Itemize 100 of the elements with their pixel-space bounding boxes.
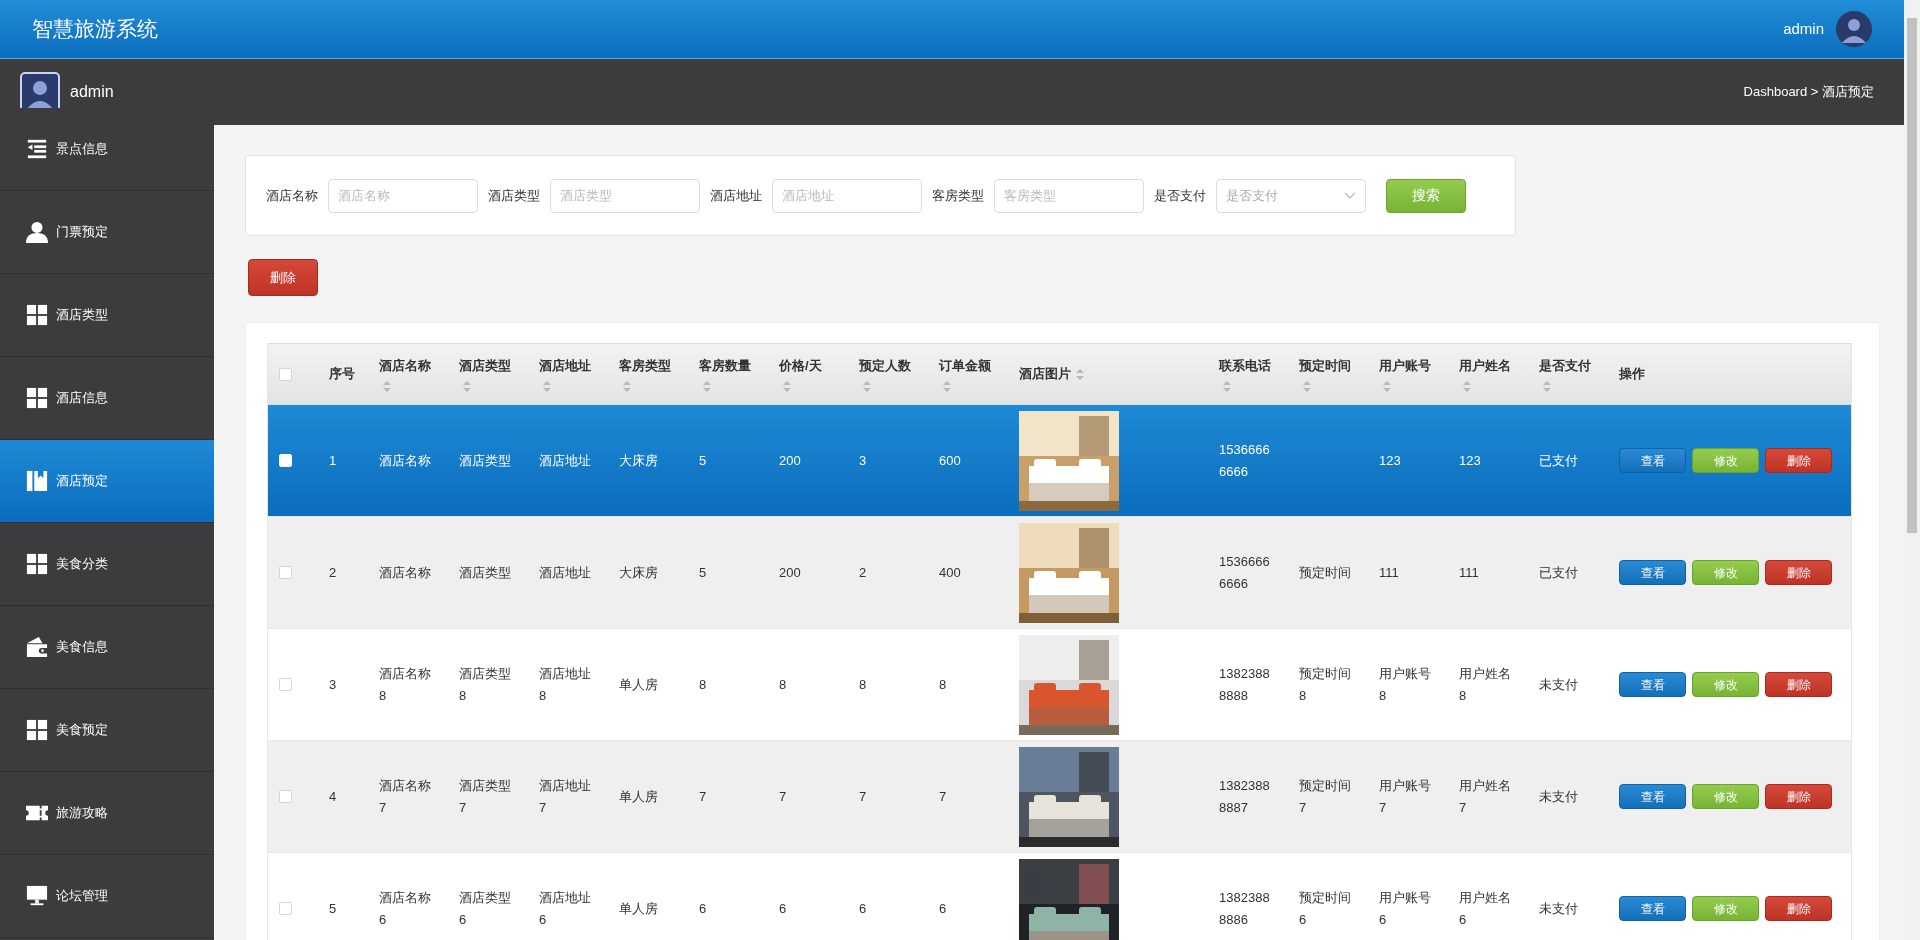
table-row[interactable]: 4 酒店名称7 酒店类型7 酒店地址7 单人房 7 7 7 7 13823888887 预定时间7 用户账号7 用户姓名7 未支付 查看 修改 删除 [268, 741, 1851, 853]
table-cell-text: 酒店地址 [539, 451, 592, 470]
table-cell-text: 酒店类型 [459, 563, 512, 582]
delete-button[interactable]: 删除 [1765, 448, 1832, 473]
table-cell-text: 用户账号8 [1379, 664, 1432, 705]
view-button[interactable]: 查看 [1619, 896, 1686, 921]
table-cell-text: 3 [329, 675, 338, 694]
column-header: 联系电话 [1219, 357, 1271, 376]
wallet-icon [26, 636, 48, 658]
table-cell-text: 600 [939, 451, 962, 470]
column-header: 用户姓名 [1459, 357, 1511, 376]
input-field[interactable]: 酒店类型 [550, 178, 700, 213]
table-cell-text: 用户账号6 [1379, 888, 1432, 929]
table-row[interactable]: 1 酒店名称 酒店类型 酒店地址 大床房 5 200 3 600 15366666666 123 123 已支付 查看 修改 删除 [268, 405, 1851, 517]
table-cell-text: 5 [699, 563, 708, 582]
table-cell-text: 6 [779, 899, 788, 918]
avatar[interactable] [1836, 11, 1872, 47]
sort-icon[interactable] [943, 380, 951, 392]
column-header: 用户账号 [1379, 357, 1431, 376]
breadcrumb: Dashboard > 酒店预定 [1743, 83, 1874, 102]
view-button[interactable]: 查看 [1619, 784, 1686, 809]
delete-button[interactable]: 删除 [1765, 784, 1832, 809]
input-field[interactable]: 酒店名称 [328, 178, 478, 213]
table-cell-text: 4 [329, 787, 338, 806]
sidebar-item[interactable]: 酒店预定 [0, 440, 214, 523]
checkbox[interactable] [279, 678, 292, 691]
field-label: 酒店类型 [488, 186, 540, 205]
table-cell-text: 酒店类型7 [459, 776, 512, 817]
table-cell-text: 2 [329, 563, 338, 582]
delete-button[interactable]: 删除 [1765, 896, 1832, 921]
table-cell-text: 酒店类型6 [459, 888, 512, 929]
table-cell-text: 15366666666 [1219, 440, 1271, 481]
table-cell-text: 预定时间 [1299, 563, 1352, 582]
view-button[interactable]: 查看 [1619, 448, 1686, 473]
input-field[interactable]: 酒店地址 [772, 178, 922, 213]
delete-button[interactable]: 删除 [1765, 560, 1832, 585]
table-cell-text: 单人房 [619, 787, 659, 806]
user-name[interactable]: admin [1783, 17, 1824, 41]
view-button[interactable]: 查看 [1619, 560, 1686, 585]
table-cell-text: 111 [1459, 563, 1480, 582]
sort-icon[interactable] [543, 380, 551, 392]
table-cell-text: 未支付 [1539, 899, 1579, 918]
delete-button[interactable]: 删除 [1765, 672, 1832, 697]
table-cell-text: 123 [1459, 451, 1482, 470]
sort-icon[interactable] [383, 380, 391, 392]
table-cell-text: 酒店地址 [539, 563, 592, 582]
table-cell-text: 6 [859, 899, 868, 918]
sidebar-item[interactable]: 景点信息 [0, 108, 214, 191]
app-title: 智慧旅游系统 [32, 16, 158, 43]
table-cell-text: 400 [939, 563, 962, 582]
grid-icon [26, 304, 48, 326]
checkbox[interactable] [279, 790, 292, 803]
grid-icon [26, 387, 48, 409]
field-label: 酒店名称 [266, 186, 318, 205]
table-cell-text: 6 [939, 899, 948, 918]
table-cell-text: 13823888887 [1219, 776, 1271, 817]
sort-icon[interactable] [623, 380, 631, 392]
table-cell-text: 酒店类型 [459, 451, 512, 470]
table-cell-text: 酒店名称 [379, 451, 432, 470]
checkbox[interactable] [279, 902, 292, 915]
field-label: 是否支付 [1154, 186, 1206, 205]
sort-icon[interactable] [783, 380, 791, 392]
table-cell-text: 200 [779, 563, 802, 582]
sort-icon[interactable] [1223, 380, 1231, 392]
sort-icon[interactable] [1543, 380, 1551, 392]
table-cell-text: 酒店地址8 [539, 664, 592, 705]
table-cell-text: 未支付 [1539, 787, 1579, 806]
view-button[interactable]: 查看 [1619, 672, 1686, 697]
input-field[interactable]: 客房类型 [994, 178, 1144, 213]
table-cell-text: 预定时间8 [1299, 664, 1352, 705]
checkbox[interactable] [279, 367, 292, 381]
table-cell-text: 7 [779, 787, 788, 806]
table-row[interactable]: 2 酒店名称 酒店类型 酒店地址 大床房 5 200 2 400 15366666666 预定时间 111 111 已支付 查看 修改 删除 [268, 517, 1851, 629]
table-cell-text: 已支付 [1539, 451, 1579, 470]
table-cell-text: 大床房 [619, 451, 659, 470]
sort-icon[interactable] [863, 380, 871, 392]
table-cell-text: 2 [859, 563, 868, 582]
sort-icon[interactable] [1303, 380, 1311, 392]
chevron-down-icon [1344, 191, 1356, 200]
sort-icon[interactable] [703, 380, 711, 392]
column-header: 序号 [329, 365, 355, 384]
sort-icon[interactable] [1383, 380, 1391, 392]
sort-icon[interactable] [1076, 368, 1084, 380]
sort-icon[interactable] [1463, 380, 1471, 392]
table-cell-text: 15366666666 [1219, 552, 1271, 593]
field-label: 客房类型 [932, 186, 984, 205]
table-cell-text: 未支付 [1539, 675, 1579, 694]
table-cell-text: 酒店地址6 [539, 888, 592, 929]
checkbox[interactable] [279, 566, 292, 579]
table-cell-text: 单人房 [619, 899, 659, 918]
list-icon [26, 138, 48, 160]
column-header: 酒店类型 [459, 357, 511, 376]
sort-icon[interactable] [463, 380, 471, 392]
column-header: 酒店图片 [1019, 365, 1071, 384]
column-header: 酒店名称 [379, 357, 431, 376]
table-cell-text: 13823888888 [1219, 664, 1271, 705]
table-cell-text: 200 [779, 451, 802, 470]
monitor-icon [26, 885, 48, 907]
delete-button[interactable]: 删除 [248, 259, 318, 296]
table-cell-text: 7 [699, 787, 708, 806]
